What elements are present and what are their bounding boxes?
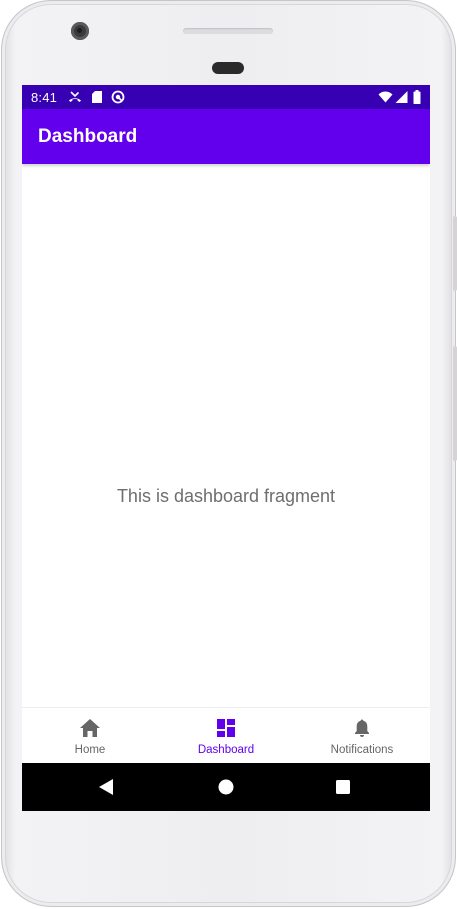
bell-icon bbox=[355, 719, 369, 737]
nav-item-home[interactable]: Home bbox=[22, 708, 158, 764]
system-navigation-bar bbox=[22, 763, 430, 811]
back-icon[interactable] bbox=[94, 775, 118, 799]
device-screen: 8:41 Dashboard This is dashboard fragmen… bbox=[22, 85, 430, 811]
power-button bbox=[453, 216, 457, 291]
bottom-navigation: Home Dashboard Notifications bbox=[22, 707, 430, 763]
earpiece-speaker bbox=[183, 28, 273, 34]
nav-label-dashboard: Dashboard bbox=[197, 744, 255, 756]
nav-item-dashboard[interactable]: Dashboard bbox=[158, 708, 294, 764]
fragment-text: This is dashboard fragment bbox=[116, 486, 336, 506]
status-bar: 8:41 bbox=[22, 85, 430, 109]
proximity-sensor bbox=[212, 62, 244, 74]
wifi-icon bbox=[378, 91, 393, 103]
recents-icon[interactable] bbox=[331, 775, 355, 799]
nav-label-home: Home bbox=[74, 744, 106, 756]
volume-button bbox=[453, 346, 457, 461]
home-circle-icon[interactable] bbox=[214, 775, 238, 799]
missed-call-icon bbox=[69, 91, 81, 102]
dashboard-icon bbox=[217, 719, 235, 737]
app-bar: Dashboard bbox=[22, 109, 430, 164]
signal-icon bbox=[395, 91, 408, 103]
battery-icon bbox=[413, 90, 421, 104]
sd-card-icon bbox=[92, 91, 102, 103]
dashboard-fragment: This is dashboard fragment bbox=[22, 164, 430, 707]
nav-item-notifications[interactable]: Notifications bbox=[294, 708, 430, 764]
app-bar-title: Dashboard bbox=[38, 126, 138, 147]
nav-label-notifications: Notifications bbox=[330, 744, 394, 756]
sync-icon bbox=[111, 90, 125, 104]
home-icon bbox=[80, 719, 100, 737]
status-time: 8:41 bbox=[31, 90, 58, 105]
front-camera bbox=[71, 22, 89, 40]
